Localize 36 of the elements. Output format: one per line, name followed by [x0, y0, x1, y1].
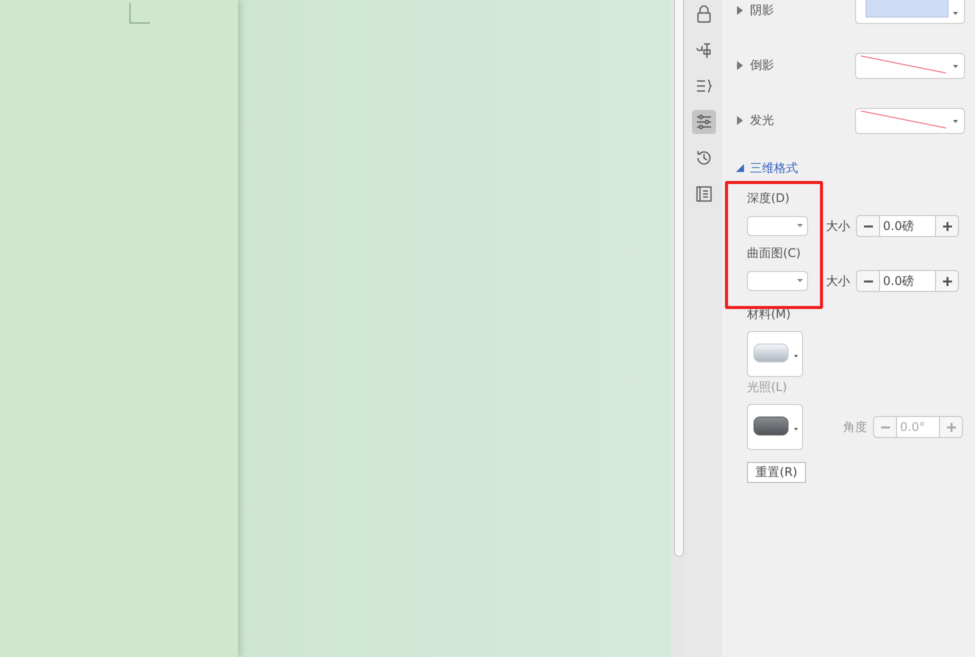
- size-label: 大小: [826, 218, 850, 234]
- caret-icon: [953, 64, 958, 68]
- effect-preset-dropdown[interactable]: [855, 52, 965, 78]
- section-label[interactable]: 倒影: [750, 57, 774, 74]
- size-value[interactable]: 0.0磅: [879, 271, 936, 291]
- effect-preset-dropdown[interactable]: [855, 108, 965, 134]
- no-effect-line-icon: [860, 55, 946, 73]
- lighting-dropdown[interactable]: [747, 404, 803, 450]
- caret-icon: [797, 279, 803, 283]
- caret-icon: [953, 12, 958, 14]
- size-spinner[interactable]: 0.0磅: [856, 270, 959, 292]
- no-effect-line-icon: [860, 110, 946, 128]
- section-label[interactable]: 发光: [750, 112, 774, 129]
- shadow-preview-icon: [866, 0, 948, 17]
- field-label: 光照(L): [747, 379, 788, 396]
- collapsed-arrow-icon[interactable]: [736, 116, 744, 125]
- expanded-arrow-icon[interactable]: [736, 164, 744, 172]
- caret-icon: [797, 224, 803, 228]
- collapsed-arrow-icon[interactable]: [736, 61, 744, 70]
- size-spinner[interactable]: 0.0磅: [856, 215, 959, 237]
- sidebar-sliders-icon[interactable]: [692, 110, 716, 134]
- size-label: 大小: [826, 272, 850, 290]
- scrollbar-thumb[interactable]: [674, 0, 684, 557]
- section-title[interactable]: 三维格式: [750, 160, 798, 176]
- caret-icon: [953, 120, 958, 122]
- field-label: 深度(D): [747, 190, 791, 207]
- plus-icon[interactable]: [942, 276, 952, 286]
- plus-icon[interactable]: [942, 222, 952, 230]
- crop-mark-icon: [129, 3, 150, 24]
- collapsed-arrow-icon[interactable]: [736, 6, 744, 15]
- field-label: 曲面图(C): [747, 245, 802, 262]
- size-value[interactable]: 0.0磅: [879, 216, 936, 236]
- section-label[interactable]: 阴影: [750, 2, 774, 19]
- field-label: 材料(M): [747, 306, 791, 323]
- angle-label: 角度: [843, 418, 867, 436]
- reset-button[interactable]: 重置(R): [747, 462, 806, 483]
